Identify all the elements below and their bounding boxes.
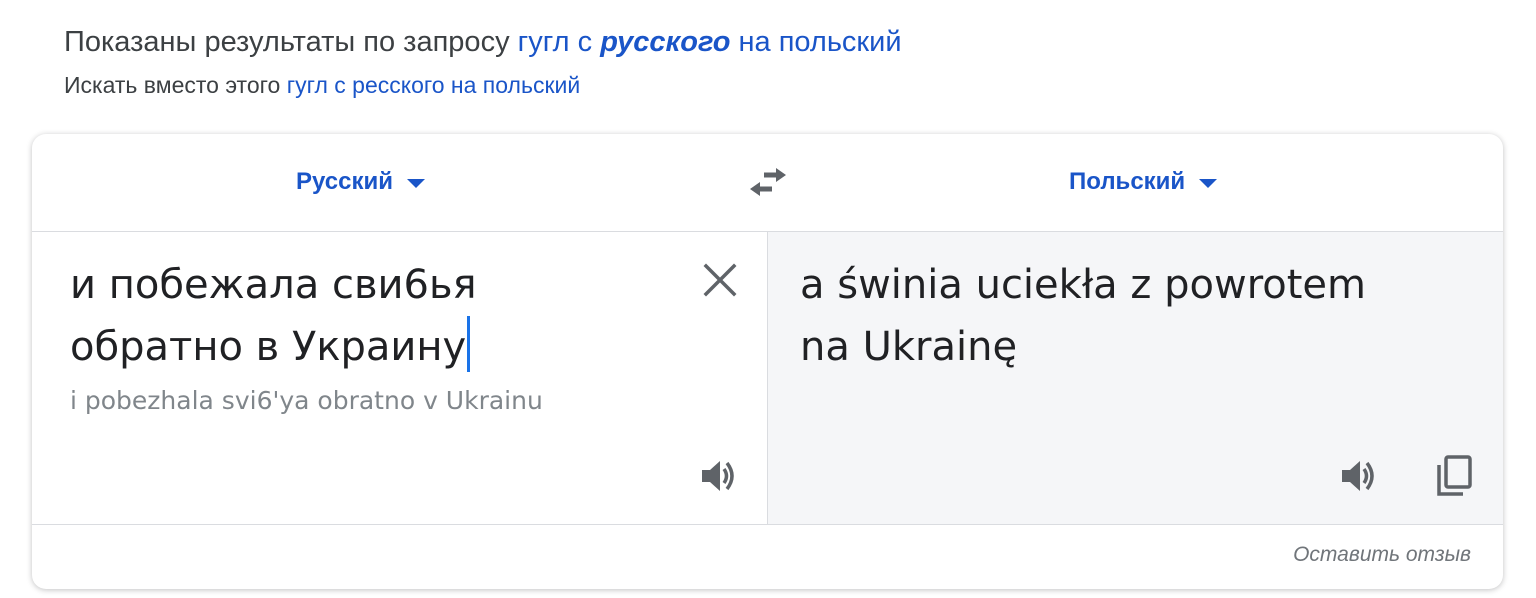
- target-language-selector[interactable]: Польский: [1069, 164, 1218, 200]
- corrected-query-part2: на польский: [738, 26, 902, 58]
- swap-languages-button[interactable]: [746, 162, 790, 202]
- chevron-down-icon: [406, 179, 425, 188]
- language-bar: Русский Польский: [32, 134, 1503, 232]
- source-language-label: Русский: [296, 168, 393, 195]
- text-cursor: [467, 316, 471, 372]
- swap-arrows-icon: [750, 168, 786, 196]
- speaker-icon: [702, 461, 734, 491]
- translation-output: a świnia uciekła z powrotem na Ukrainę: [800, 254, 1460, 378]
- target-language-label: Польский: [1069, 168, 1186, 195]
- source-panel: и побежала сви6ья обратно в Украину i po…: [32, 232, 768, 524]
- widget-footer: Оставить отзыв: [32, 524, 1503, 589]
- close-icon: [703, 263, 737, 297]
- showing-results-line: Показаны результаты по запросу гугл с ру…: [64, 24, 902, 60]
- search-instead-prefix: Искать вместо этого: [64, 72, 281, 98]
- source-text-line1: и побежала сви6ья: [70, 262, 477, 308]
- source-language-selector[interactable]: Русский: [296, 164, 425, 200]
- target-panel: a świnia uciekła z powrotem na Ukrainę: [768, 232, 1503, 524]
- spelling-suggestion: Показаны результаты по запросу гугл с ру…: [64, 24, 902, 100]
- clear-text-button[interactable]: [700, 260, 740, 300]
- translation-line2: na Ukrainę: [800, 324, 1018, 370]
- send-feedback-link[interactable]: Оставить отзыв: [1293, 543, 1471, 567]
- showing-results-prefix: Показаны результаты по запросу: [64, 26, 510, 58]
- translation-line1: a świnia uciekła z powrotem: [800, 262, 1366, 308]
- corrected-word: русского: [600, 26, 731, 58]
- original-query-link[interactable]: гугл с ресского на польский: [287, 72, 581, 98]
- transliteration: i pobezhala svi6'ya obratno v Ukrainu: [70, 386, 543, 415]
- listen-translation-button[interactable]: [1336, 452, 1384, 500]
- copy-translation-button[interactable]: [1430, 452, 1478, 500]
- source-text-line2: обратно в Украину: [70, 324, 467, 370]
- listen-source-button[interactable]: [696, 452, 744, 500]
- chevron-down-icon: [1199, 179, 1218, 188]
- copy-icon: [1437, 455, 1472, 496]
- speaker-icon: [1342, 461, 1374, 491]
- translate-widget: Русский Польский и побежала сви6ья обрат…: [32, 134, 1503, 589]
- corrected-query-part1: гугл с: [517, 26, 593, 58]
- corrected-query-link[interactable]: гугл с русского на польский: [518, 26, 902, 58]
- search-instead-line: Искать вместо этого гугл с ресского на п…: [64, 70, 902, 100]
- source-text-input[interactable]: и побежала сви6ья обратно в Украину: [70, 254, 690, 378]
